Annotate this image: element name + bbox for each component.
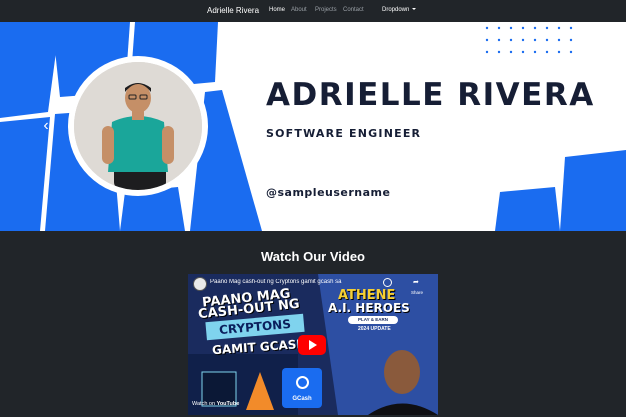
game-subtitle: A.I. HEROES	[328, 301, 410, 315]
nav-dropdown-label: Dropdown	[382, 7, 410, 13]
hero-shape-9	[495, 187, 560, 231]
chevron-left-icon[interactable]: ‹	[38, 116, 54, 136]
caret-down-icon	[412, 8, 417, 11]
gcash-label: GCash	[292, 396, 312, 402]
profile-person-illustration	[74, 62, 202, 190]
youtube-embed[interactable]: Paano Mag cash-out ng Cryptons gamit gca…	[188, 274, 438, 415]
profile-avatar	[74, 62, 202, 190]
nav-link-home[interactable]: Home	[269, 7, 285, 13]
watch-on-label: Watch on	[192, 401, 216, 407]
game-tagline: PLAY & EARN	[348, 316, 398, 324]
nav-link-contact[interactable]: Contact	[343, 7, 364, 13]
play-icon	[309, 340, 317, 350]
video-section-heading: Watch Our Video	[260, 249, 365, 264]
share-icon[interactable]: ➦	[413, 278, 419, 286]
hero-shape-1	[0, 22, 60, 118]
share-label[interactable]: Share	[411, 290, 423, 295]
hero-name: ADRIELLE RIVERA	[266, 77, 595, 113]
top-navbar: Adrielle Rivera Home About Projects Cont…	[0, 0, 626, 22]
hero-shape-8	[560, 150, 626, 231]
video-title[interactable]: Paano Mag cash-out ng Cryptons gamit gca…	[210, 279, 388, 285]
youtube-wordmark: YouTube	[216, 401, 240, 407]
hero-username: @sampleusername	[266, 186, 391, 199]
gcash-icon	[296, 376, 309, 389]
nav-dropdown[interactable]: Dropdown	[382, 7, 417, 13]
nav-link-about[interactable]: About	[291, 7, 307, 13]
channel-avatar[interactable]	[193, 277, 207, 291]
game-update-label: 2024 UPDATE	[358, 326, 391, 332]
watch-on-youtube-link[interactable]: Watch on YouTube	[192, 401, 239, 407]
clock-icon[interactable]	[383, 278, 392, 287]
nav-link-projects[interactable]: Projects	[315, 7, 337, 13]
navbar-brand[interactable]: Adrielle Rivera	[207, 6, 259, 15]
hero-banner: ‹ ADRIELLE RIVERA SOFTWARE ENGINEER @sam…	[0, 22, 626, 231]
hero-job-title: SOFTWARE ENGINEER	[266, 127, 422, 140]
hero-dot-grid	[485, 26, 573, 54]
